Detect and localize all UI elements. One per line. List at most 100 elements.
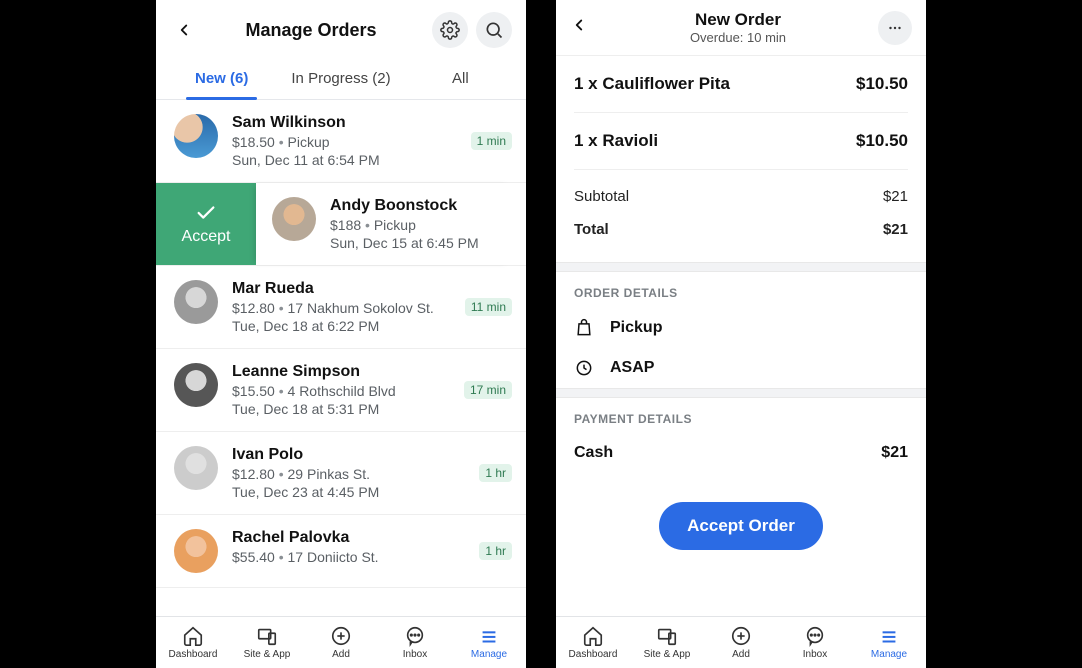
order-row[interactable]: Ivan Polo $12.8029 Pinkas St. Tue, Dec 2… xyxy=(156,432,526,515)
detail-pickup: Pickup xyxy=(556,308,926,348)
menu-icon xyxy=(478,625,500,647)
chevron-left-icon xyxy=(175,21,193,39)
avatar xyxy=(174,114,218,158)
customer-name: Sam Wilkinson xyxy=(232,114,465,132)
age-badge: 17 min xyxy=(464,381,512,399)
page-title: Manage Orders xyxy=(198,20,424,41)
nav-site-app[interactable]: Site & App xyxy=(630,617,704,668)
nav-inbox[interactable]: Inbox xyxy=(778,617,852,668)
customer-name: Rachel Palovka xyxy=(232,529,473,547)
plus-circle-icon xyxy=(330,625,352,647)
chevron-left-icon xyxy=(570,16,588,34)
nav-dashboard[interactable]: Dashboard xyxy=(556,617,630,668)
section-gap xyxy=(556,388,926,398)
chat-icon xyxy=(804,625,826,647)
header: New Order Overdue: 10 min xyxy=(556,0,926,56)
gear-icon xyxy=(440,20,460,40)
age-badge: 1 hr xyxy=(479,542,512,560)
order-row[interactable]: Leanne Simpson $15.504 Rothschild Blvd T… xyxy=(156,349,526,432)
order-details-title: ORDER DETAILS xyxy=(556,272,926,308)
order-row[interactable]: Rachel Palovka $55.4017 Doniicto St. 1 h… xyxy=(156,515,526,588)
order-time: Sun, Dec 11 at 6:54 PM xyxy=(232,152,465,168)
subtotal-row: Subtotal $21 xyxy=(574,180,908,213)
total-row: Total $21 xyxy=(574,213,908,246)
avatar xyxy=(174,446,218,490)
tabs: New (6) In Progress (2) All xyxy=(156,56,526,100)
accept-order-button[interactable]: Accept Order xyxy=(659,502,823,550)
bottom-nav: Dashboard Site & App Add Inbox Manage xyxy=(156,616,526,668)
order-time: Tue, Dec 18 at 6:22 PM xyxy=(232,318,459,334)
order-body: Rachel Palovka $55.4017 Doniicto St. xyxy=(232,529,473,567)
nav-manage[interactable]: Manage xyxy=(452,617,526,668)
order-row[interactable]: Sam Wilkinson $18.50Pickup Sun, Dec 11 a… xyxy=(156,100,526,183)
order-body: Sam Wilkinson $18.50Pickup Sun, Dec 11 a… xyxy=(232,114,465,168)
order-time: Tue, Dec 18 at 5:31 PM xyxy=(232,401,458,417)
check-icon xyxy=(195,202,217,224)
devices-icon xyxy=(656,625,678,647)
search-button[interactable] xyxy=(476,12,512,48)
order-body: Mar Rueda $12.8017 Nakhum Sokolov St. Tu… xyxy=(232,280,459,334)
order-detail-screen: New Order Overdue: 10 min 1 x Cauliflowe… xyxy=(556,0,926,668)
age-badge: 1 hr xyxy=(479,464,512,482)
back-button[interactable] xyxy=(570,16,598,39)
devices-icon xyxy=(256,625,278,647)
order-meta: $12.8017 Nakhum Sokolov St. xyxy=(232,300,459,316)
totals: Subtotal $21 Total $21 xyxy=(556,170,926,262)
nav-manage[interactable]: Manage xyxy=(852,617,926,668)
accept-swipe-button[interactable]: Accept xyxy=(156,183,256,265)
back-button[interactable] xyxy=(170,16,198,44)
avatar xyxy=(174,529,218,573)
order-meta: $12.8029 Pinkas St. xyxy=(232,466,473,482)
line-item: 1 x Ravioli $10.50 xyxy=(574,113,908,170)
order-meta: $188Pickup xyxy=(330,217,512,233)
avatar xyxy=(174,280,218,324)
nav-add[interactable]: Add xyxy=(304,617,378,668)
page-title: New Order xyxy=(598,10,878,30)
detail-asap: ASAP xyxy=(556,348,926,388)
order-time: Sun, Dec 15 at 6:45 PM xyxy=(330,235,512,251)
tab-all[interactable]: All xyxy=(401,56,520,99)
customer-name: Leanne Simpson xyxy=(232,363,458,381)
customer-name: Ivan Polo xyxy=(232,446,473,464)
line-item: 1 x Cauliflower Pita $10.50 xyxy=(574,56,908,113)
line-items: 1 x Cauliflower Pita $10.50 1 x Ravioli … xyxy=(556,56,926,170)
payment-row: Cash $21 xyxy=(556,434,926,480)
nav-inbox[interactable]: Inbox xyxy=(378,617,452,668)
customer-name: Mar Rueda xyxy=(232,280,459,298)
order-row[interactable]: Mar Rueda $12.8017 Nakhum Sokolov St. Tu… xyxy=(156,266,526,349)
search-icon xyxy=(484,20,504,40)
order-body: Leanne Simpson $15.504 Rothschild Blvd T… xyxy=(232,363,458,417)
section-gap xyxy=(556,262,926,272)
manage-orders-screen: Manage Orders New (6) In Progress (2) Al… xyxy=(156,0,526,668)
avatar xyxy=(272,197,316,241)
order-body-wrap: Andy Boonstock $188Pickup Sun, Dec 15 at… xyxy=(256,183,512,265)
nav-site-app[interactable]: Site & App xyxy=(230,617,304,668)
nav-add[interactable]: Add xyxy=(704,617,778,668)
menu-icon xyxy=(878,625,900,647)
age-badge: 11 min xyxy=(465,298,512,316)
order-body: Ivan Polo $12.8029 Pinkas St. Tue, Dec 2… xyxy=(232,446,473,500)
header: Manage Orders xyxy=(156,0,526,56)
order-meta: $18.50Pickup xyxy=(232,134,465,150)
chat-icon xyxy=(404,625,426,647)
tab-in-progress[interactable]: In Progress (2) xyxy=(281,56,400,99)
plus-circle-icon xyxy=(730,625,752,647)
bottom-nav: Dashboard Site & App Add Inbox Manage xyxy=(556,616,926,668)
clock-icon xyxy=(574,358,594,378)
home-icon xyxy=(182,625,204,647)
payment-details-title: PAYMENT DETAILS xyxy=(556,398,926,434)
title-wrap: New Order Overdue: 10 min xyxy=(598,10,878,45)
line-price: $10.50 xyxy=(856,74,908,94)
order-time: Tue, Dec 23 at 4:45 PM xyxy=(232,484,473,500)
tab-new[interactable]: New (6) xyxy=(162,56,281,99)
page-subtitle: Overdue: 10 min xyxy=(598,30,878,45)
order-body: Andy Boonstock $188Pickup Sun, Dec 15 at… xyxy=(330,197,512,251)
customer-name: Andy Boonstock xyxy=(330,197,512,215)
bag-icon xyxy=(574,318,594,338)
order-meta: $55.4017 Doniicto St. xyxy=(232,549,473,565)
nav-dashboard[interactable]: Dashboard xyxy=(156,617,230,668)
order-row[interactable]: Accept Andy Boonstock $188Pickup Sun, De… xyxy=(156,183,526,266)
settings-button[interactable] xyxy=(432,12,468,48)
orders-list[interactable]: Sam Wilkinson $18.50Pickup Sun, Dec 11 a… xyxy=(156,100,526,668)
more-button[interactable] xyxy=(878,11,912,45)
